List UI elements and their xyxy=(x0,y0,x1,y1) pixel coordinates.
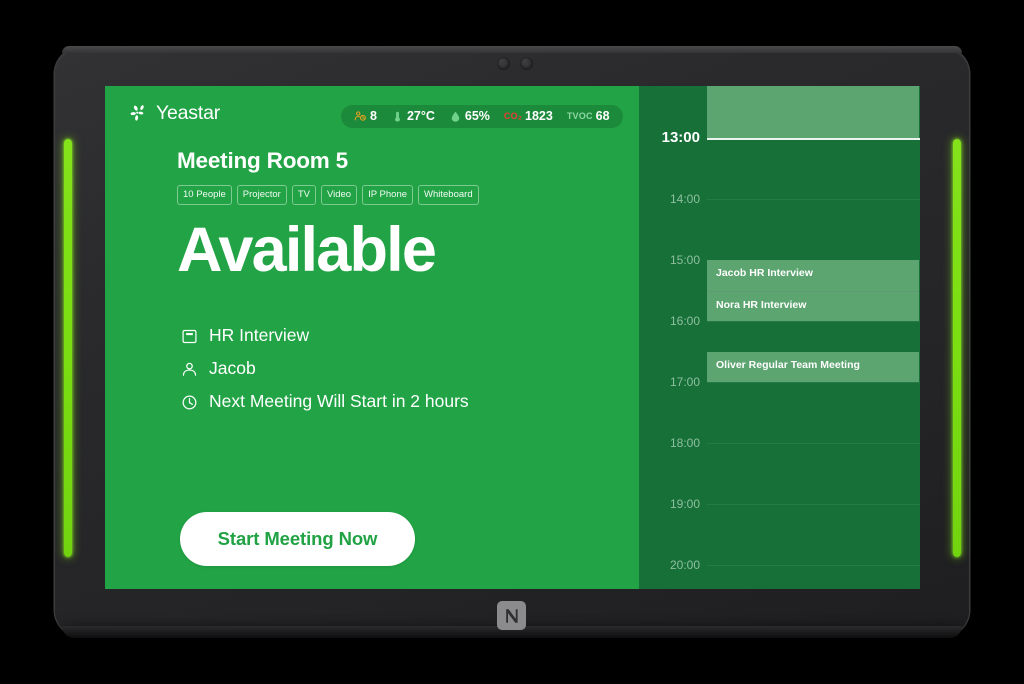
timeline-event-block[interactable] xyxy=(707,86,919,138)
timeline-hour-line xyxy=(707,443,920,444)
detail-subject-text: HR Interview xyxy=(209,325,310,346)
amenity-tag: Video xyxy=(320,185,358,205)
timeline-event-block[interactable]: Oliver Regular Team Meeting xyxy=(707,351,919,382)
room-name: Meeting Room 5 xyxy=(177,148,348,173)
timeline-hour-line xyxy=(707,199,920,200)
sensor-tvoc-value: 68 xyxy=(595,109,610,124)
detail-organizer-text: Jacob xyxy=(209,358,256,379)
sensor-temperature: 27°C xyxy=(384,110,442,123)
timeline-event-block[interactable]: Jacob HR Interview xyxy=(707,260,919,291)
timeline-hour-label: 19:00 xyxy=(669,497,700,511)
amenity-tag: TV xyxy=(291,185,316,205)
front-camera-icon xyxy=(497,57,510,70)
sensor-tvoc: TVOC 68 xyxy=(560,110,612,123)
sensor-temperature-value: 27°C xyxy=(406,109,435,124)
clock-icon xyxy=(180,393,198,411)
amenity-tag: IP Phone xyxy=(362,185,414,205)
calendar-event-icon xyxy=(180,327,198,345)
tvoc-text-icon: TVOC xyxy=(566,111,593,121)
timeline-hour-label: 17:00 xyxy=(669,375,700,389)
amenity-tag: 10 People xyxy=(177,185,232,205)
detail-row-subject: HR Interview xyxy=(180,326,469,346)
humidity-drop-icon xyxy=(449,110,462,123)
brand-logo: Yeastar xyxy=(129,103,220,125)
detail-row-next-meeting: Next Meeting Will Start in 2 hours xyxy=(180,392,469,412)
timeline-hour-line xyxy=(707,504,920,505)
sensor-humidity-value: 65% xyxy=(464,109,490,124)
environment-sensor-bar: 8 27°C 65% CO₂ 1823 TVOC 68 xyxy=(341,105,623,128)
sensor-co2: CO₂ 1823 xyxy=(497,110,560,123)
brand-name: Yeastar xyxy=(156,102,221,125)
nfc-icon xyxy=(497,601,526,630)
device-top-edge xyxy=(62,46,962,53)
timeline-hour-label: 15:00 xyxy=(669,253,700,267)
timeline-hour-label: 13:00 xyxy=(661,129,700,146)
detail-next-meeting-text: Next Meeting Will Start in 2 hours xyxy=(209,391,469,412)
timeline-event-label: Oliver Regular Team Meeting xyxy=(716,358,860,371)
co2-text-icon: CO₂ xyxy=(503,111,523,121)
timeline-event-block[interactable]: Nora HR Interview xyxy=(707,291,919,321)
sensor-occupancy: 8 xyxy=(352,110,384,123)
tablet-screen: Yeastar 8 27°C 65% CO₂ 1823 TVOC 68 Meet… xyxy=(105,86,920,589)
meeting-detail-list: HR Interview Jacob Next Meeting Will Sta… xyxy=(180,326,469,412)
person-icon xyxy=(180,360,198,378)
start-meeting-button[interactable]: Start Meeting Now xyxy=(180,512,415,566)
timeline-hour-label: 14:00 xyxy=(669,192,700,206)
screen-header: Yeastar 8 27°C 65% CO₂ 1823 TVOC 68 xyxy=(105,86,639,138)
room-availability-status: Available xyxy=(177,215,437,285)
thermometer-icon xyxy=(391,110,404,123)
timeline-event-label: Nora HR Interview xyxy=(716,298,807,311)
amenity-tag: Whiteboard xyxy=(418,185,479,205)
status-led-left xyxy=(64,139,72,557)
room-amenity-tags: 10 People Projector TV Video IP Phone Wh… xyxy=(177,185,479,205)
sensor-co2-value: 1823 xyxy=(525,109,553,124)
timeline-hour-line xyxy=(707,321,920,322)
detail-row-organizer: Jacob xyxy=(180,359,469,379)
timeline-hour-line xyxy=(707,382,920,383)
agenda-timeline-panel[interactable]: 13:00 14:00 15:00 16:00 17:00 18:00 19:0… xyxy=(639,86,920,589)
timeline-event-label: Jacob HR Interview xyxy=(716,267,813,279)
status-led-right xyxy=(953,139,961,557)
sensor-occupancy-value: 8 xyxy=(370,109,377,124)
timeline-hour-label: 20:00 xyxy=(669,558,700,572)
occupancy-people-icon xyxy=(354,110,367,123)
timeline-hour-label: 18:00 xyxy=(669,436,700,450)
sensor-humidity: 65% xyxy=(442,110,497,123)
yeastar-flower-icon xyxy=(129,103,151,125)
timeline-hour-line xyxy=(707,565,920,566)
timeline-current-time-line xyxy=(707,138,920,140)
room-status-panel: Yeastar 8 27°C 65% CO₂ 1823 TVOC 68 Meet… xyxy=(105,86,639,589)
ambient-light-sensor-icon xyxy=(520,57,533,70)
timeline-grid: 13:00 14:00 15:00 16:00 17:00 18:00 19:0… xyxy=(639,86,920,589)
timeline-hour-label: 16:00 xyxy=(669,314,700,328)
amenity-tag: Projector xyxy=(236,185,287,205)
